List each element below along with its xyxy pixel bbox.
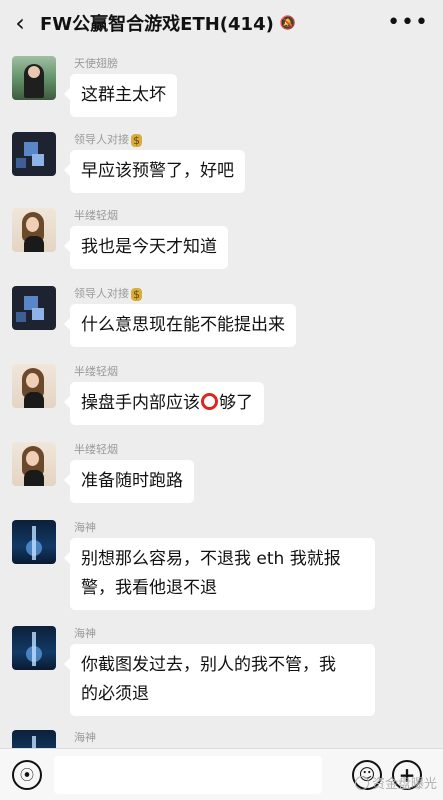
avatar[interactable]: [12, 208, 56, 252]
message-bubble[interactable]: 这群主太坏: [64, 74, 177, 117]
message-bubble[interactable]: 早应该预警了，好吧: [64, 150, 245, 193]
more-icon[interactable]: •••: [387, 10, 429, 35]
money-bag-icon: $: [131, 287, 142, 301]
message-bubble[interactable]: 准备随时跑路: [64, 460, 194, 503]
back-icon[interactable]: ‹: [0, 0, 40, 46]
wechat-icon: [354, 775, 369, 790]
sender-name: 海神: [74, 627, 96, 640]
message-text: 够了: [219, 393, 253, 413]
message-bubble[interactable]: 别想那么容易，不退我 eth 我就报 警，我看他退不退: [64, 538, 375, 610]
watermark-text: 资金盘曝光: [371, 777, 437, 792]
avatar[interactable]: [12, 626, 56, 670]
input-bar: ⦿ ☺ + 资金盘曝光: [0, 748, 443, 800]
avatar[interactable]: [12, 56, 56, 100]
money-bag-icon: $: [131, 133, 142, 147]
message-bubble[interactable]: 操盘手内部应该 够了: [64, 382, 264, 425]
avatar[interactable]: [12, 520, 56, 564]
sender-name: 领导人对接 $: [74, 131, 142, 147]
message-line: 别想那么容易，不退我 eth 我就报: [81, 549, 341, 569]
red-circle-emoji-icon: [201, 393, 218, 410]
message-bubble[interactable]: 你截图发过去，别人的我不管，我 的必须退: [64, 644, 375, 716]
sender-name: 领导人对接 $: [74, 285, 142, 301]
voice-icon[interactable]: ⦿: [12, 759, 42, 790]
sender-name-text: 领导人对接: [74, 133, 129, 146]
bell-off-icon: 🔕: [279, 15, 297, 31]
sender-name: 海神: [74, 731, 96, 744]
avatar[interactable]: [12, 364, 56, 408]
avatar[interactable]: [12, 286, 56, 330]
message-line: 的必须退: [81, 684, 149, 704]
avatar[interactable]: [12, 132, 56, 176]
sender-name: 半缕轻烟: [74, 209, 118, 222]
chat-title: FW公赢智合游戏ETH(414): [40, 14, 274, 35]
message-bubble[interactable]: 我也是今天才知道: [64, 226, 228, 269]
message-line: 你截图发过去，别人的我不管，我: [81, 655, 336, 675]
watermark: 资金盘曝光: [354, 773, 437, 792]
message-list[interactable]: 天使翅膀 这群主太坏 领导人对接 $ 早应该预警了，好吧 半缕轻烟 我也是今天才知…: [0, 46, 443, 748]
sender-name: 半缕轻烟: [74, 365, 118, 378]
message-input[interactable]: [54, 755, 322, 794]
message-line: 警，我看他退不退: [81, 578, 217, 598]
chat-header: ‹ FW公赢智合游戏ETH(414) 🔕 •••: [0, 0, 443, 46]
message-text: 操盘手内部应该: [81, 393, 200, 413]
avatar[interactable]: [12, 442, 56, 486]
sender-name: 海神: [74, 521, 96, 534]
sender-name: 半缕轻烟: [74, 443, 118, 456]
sender-name: 天使翅膀: [74, 57, 118, 70]
avatar[interactable]: [12, 730, 56, 748]
sender-name-text: 领导人对接: [74, 287, 129, 300]
message-bubble[interactable]: 什么意思现在能不能提出来: [64, 304, 296, 347]
